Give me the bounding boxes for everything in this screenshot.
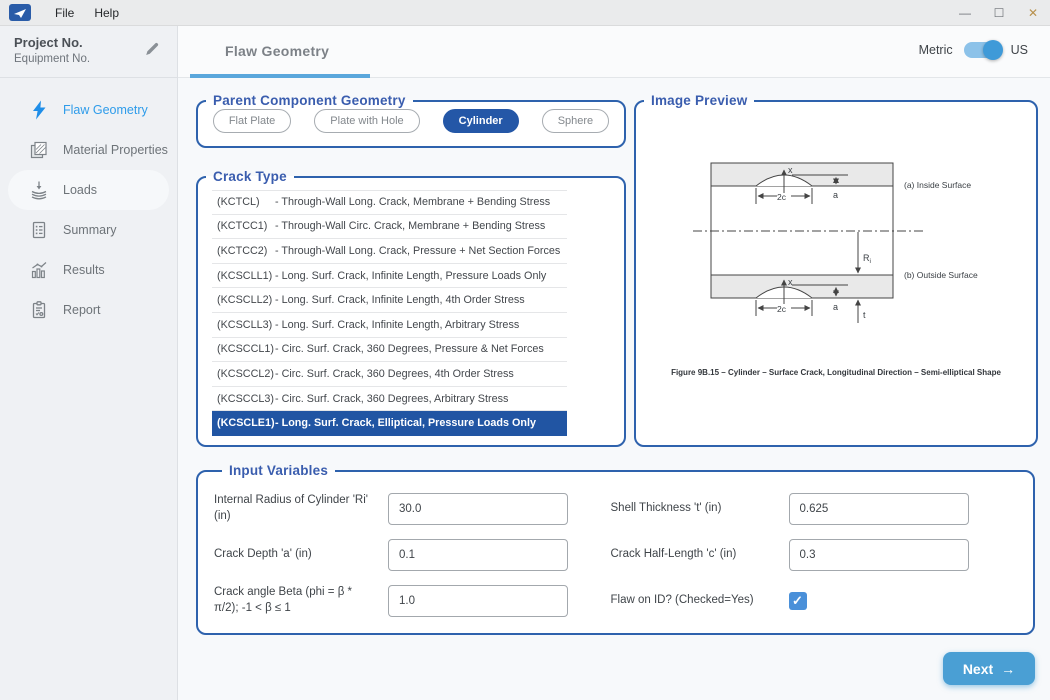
cylinder-crack-diagram: x 2c a Ri x 2c a t (a) Inside Surface (b… [636, 148, 1036, 344]
report-icon [28, 299, 50, 321]
cylinder-button[interactable]: Cylinder [443, 109, 519, 133]
a-depth-label: a [833, 190, 838, 200]
summary-icon [28, 219, 50, 241]
app-window: File Help — ☐ ✕ Project No. Equipment No… [0, 0, 1050, 700]
crack-type-row[interactable]: (KCSCLL1)- Long. Surf. Crack, Infinite L… [212, 264, 567, 289]
internal-radius-label: Internal Radius of Cylinder 'Ri' (in) [214, 493, 388, 524]
page-header: Flaw Geometry Metric US [178, 26, 1050, 78]
maximize-button[interactable]: ☐ [982, 6, 1016, 20]
plate-with-hole-button[interactable]: Plate with Hole [314, 109, 419, 133]
results-chart-icon [28, 259, 50, 281]
crack-type-row[interactable]: (KCSCCL2)- Circ. Surf. Crack, 360 Degree… [212, 362, 567, 387]
shell-thickness-label: Shell Thickness 't' (in) [611, 501, 789, 517]
two-c-label: 2c [777, 304, 787, 314]
title-bar: File Help — ☐ ✕ [0, 0, 1050, 26]
lightning-icon [28, 99, 50, 121]
sidebar-item-flaw-geometry[interactable]: Flaw Geometry [0, 90, 177, 130]
figure-caption: Figure 9B.15 – Cylinder – Surface Crack,… [636, 368, 1036, 377]
crack-depth-input[interactable] [388, 539, 568, 571]
arrow-right-icon: → [1001, 661, 1015, 677]
app-logo-icon [9, 4, 31, 21]
material-icon [28, 139, 50, 161]
menu-help[interactable]: Help [84, 0, 129, 26]
crack-type-row[interactable]: (KCSCCL1)- Circ. Surf. Crack, 360 Degree… [212, 338, 567, 363]
a-depth-label: a [833, 302, 838, 312]
close-button[interactable]: ✕ [1016, 6, 1050, 20]
toggle-knob[interactable] [983, 40, 1003, 60]
crack-type-panel: Crack Type (KCTCL)- Through-Wall Long. C… [196, 169, 626, 447]
sidebar-item-summary[interactable]: Summary [0, 210, 177, 250]
project-no-label: Project No. [14, 35, 163, 50]
parent-geometry-panel: Parent Component Geometry Flat Plate Pla… [196, 93, 626, 148]
crack-depth-label: Crack Depth 'a' (in) [214, 547, 388, 563]
metric-label: Metric [919, 43, 953, 57]
input-variables-panel: Input Variables Internal Radius of Cylin… [196, 463, 1035, 635]
parent-geometry-legend: Parent Component Geometry [206, 93, 413, 108]
crack-type-row[interactable]: (KCSCLL2)- Long. Surf. Crack, Infinite L… [212, 288, 567, 313]
crack-half-length-label: Crack Half-Length 'c' (in) [611, 547, 789, 563]
outside-surface-label: (b) Outside Surface [904, 270, 978, 280]
image-preview-panel: Image Preview [634, 93, 1038, 447]
crack-type-list: (KCTCL)- Through-Wall Long. Crack, Membr… [212, 190, 567, 436]
crack-type-row[interactable]: (KCSCCL3)- Circ. Surf. Crack, 360 Degree… [212, 387, 567, 412]
unit-toggle[interactable] [964, 42, 1000, 58]
edit-pencil-icon[interactable] [144, 41, 160, 62]
crack-type-row-selected[interactable]: (KCSCLE1)- Long. Surf. Crack, Elliptical… [212, 411, 567, 436]
sidebar: Project No. Equipment No. Flaw Geometry [0, 26, 178, 700]
sidebar-item-material-properties[interactable]: Material Properties [0, 130, 177, 170]
crack-type-row[interactable]: (KCTCC2)- Through-Wall Long. Crack, Pres… [212, 239, 567, 264]
minimize-button[interactable]: — [948, 6, 982, 20]
sidebar-item-label: Summary [63, 223, 116, 237]
sidebar-item-report[interactable]: Report [0, 290, 177, 330]
internal-radius-input[interactable] [388, 493, 568, 525]
sidebar-item-label: Flaw Geometry [63, 103, 148, 117]
geometry-options: Flat Plate Plate with Hole Cylinder Sphe… [198, 109, 624, 133]
loads-icon [28, 179, 50, 201]
menu-file[interactable]: File [45, 0, 84, 26]
sidebar-item-results[interactable]: Results [0, 250, 177, 290]
sidebar-item-label: Loads [63, 183, 97, 197]
unit-toggle-group: Metric US [919, 42, 1028, 58]
flaw-on-id-checkbox[interactable]: ✓ [789, 592, 807, 610]
crack-type-row[interactable]: (KCSCLL3)- Long. Surf. Crack, Infinite L… [212, 313, 567, 338]
image-preview-legend: Image Preview [644, 93, 754, 108]
sidebar-item-label: Results [63, 263, 105, 277]
next-button-label: Next [963, 661, 993, 677]
two-c-label: 2c [777, 192, 787, 202]
crack-half-length-input[interactable] [789, 539, 969, 571]
us-label: US [1011, 43, 1028, 57]
axis-x-label: x [788, 165, 793, 175]
next-button[interactable]: Next → [943, 652, 1035, 685]
flaw-on-id-label: Flaw on ID? (Checked=Yes) [611, 593, 789, 609]
inside-surface-label: (a) Inside Surface [904, 180, 971, 190]
main-content: Parent Component Geometry Flat Plate Pla… [178, 78, 1050, 700]
sidebar-nav: Flaw Geometry Material Properties [0, 78, 177, 330]
crack-angle-beta-label: Crack angle Beta (phi = β * π/2); -1 < β… [214, 585, 388, 616]
sidebar-item-label: Report [63, 303, 101, 317]
crack-type-legend: Crack Type [206, 169, 294, 184]
project-header: Project No. Equipment No. [0, 26, 177, 78]
crack-type-row[interactable]: (KCTCC1)- Through-Wall Circ. Crack, Memb… [212, 215, 567, 240]
sphere-button[interactable]: Sphere [542, 109, 609, 133]
crack-angle-beta-input[interactable] [388, 585, 568, 617]
sidebar-item-label: Material Properties [63, 143, 168, 157]
shell-thickness-input[interactable] [789, 493, 969, 525]
sidebar-item-loads[interactable]: Loads [8, 170, 169, 210]
flat-plate-button[interactable]: Flat Plate [213, 109, 291, 133]
equipment-no-label: Equipment No. [14, 53, 163, 65]
axis-x-label: x [788, 277, 793, 287]
crack-type-row[interactable]: (KCTCL)- Through-Wall Long. Crack, Membr… [212, 190, 567, 215]
t-thickness-label: t [863, 310, 866, 320]
ri-label: Ri [863, 253, 871, 265]
input-variables-legend: Input Variables [222, 463, 335, 478]
check-icon: ✓ [792, 593, 803, 609]
tab-flaw-geometry[interactable]: Flaw Geometry [225, 43, 329, 59]
